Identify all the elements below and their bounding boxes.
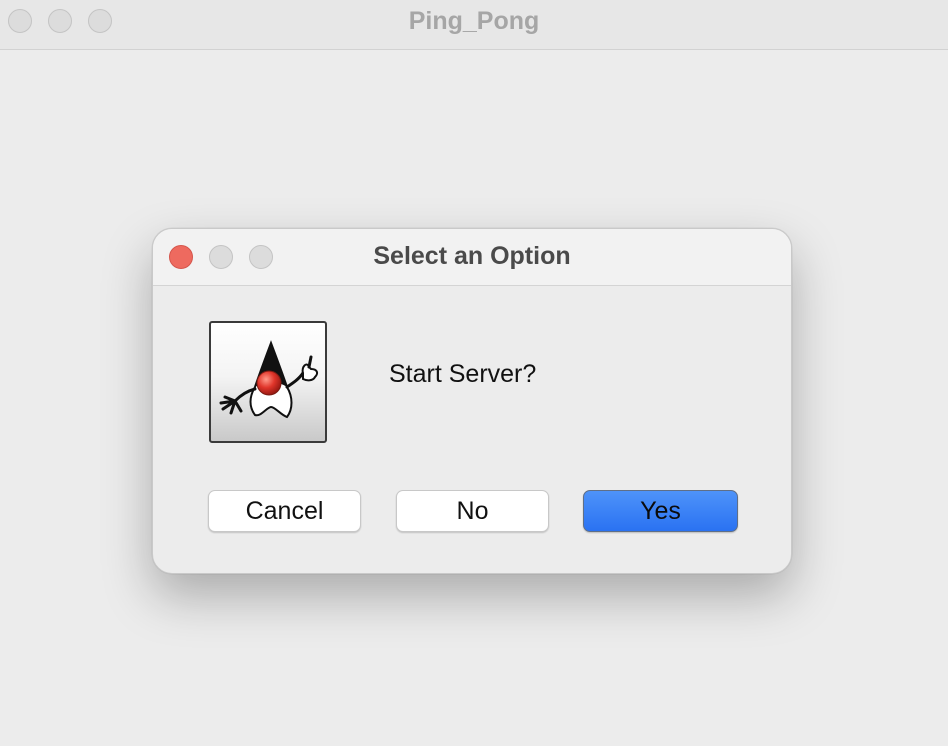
main-titlebar: Ping_Pong bbox=[0, 0, 948, 50]
dialog-message: Start Server? bbox=[389, 360, 537, 388]
dialog-titlebar: Select an Option bbox=[153, 229, 791, 286]
option-dialog: Select an Option Start Server? Cancel No… bbox=[152, 228, 792, 574]
main-window-title: Ping_Pong bbox=[408, 7, 540, 35]
yes-button[interactable]: Yes bbox=[583, 490, 738, 532]
cancel-button[interactable]: Cancel bbox=[208, 490, 361, 532]
dialog-title: Select an Option bbox=[373, 242, 571, 270]
java-duke-icon bbox=[209, 321, 327, 443]
no-button[interactable]: No bbox=[396, 490, 549, 532]
